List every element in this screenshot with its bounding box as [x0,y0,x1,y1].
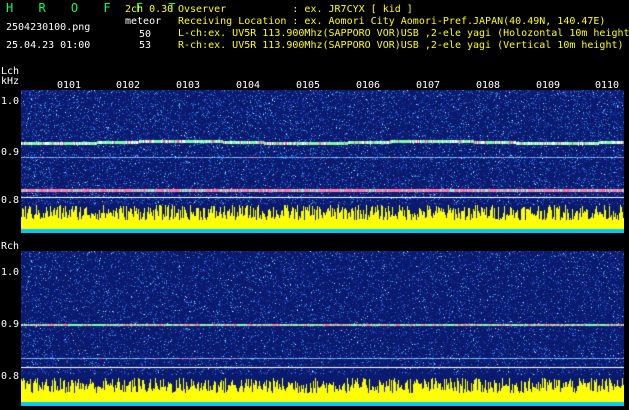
lch-count: 50 [139,29,152,40]
filename-label: 2504230100.png [6,22,91,33]
mode-label: meteor [125,16,162,27]
version-label: 2ch 0.30 [125,4,174,15]
lch-unit-label: kHz [1,76,20,87]
lch-setup-line: L-ch:ex. UV5R 113.900Mhz(SAPPORO VOR)USB… [178,28,629,39]
rch-ytick-2: 0.9 [1,319,20,330]
rch-channel-label: Rch [1,241,20,252]
rch-spectrogram [21,251,624,406]
rch-ytick-1: 1.0 [1,267,20,278]
lch-ytick-2: 0.9 [1,147,20,158]
lch-spectrogram [21,90,624,233]
datetime-label: 25.04.23 01:00 [6,40,91,51]
observer-line: Ovserver : ex. JR7CYX [ kid ] [178,4,413,15]
lch-ytick-1: 1.0 [1,96,20,107]
location-line: Receiving Location : ex. Aomori City Aom… [178,16,606,27]
rch-setup-line: R-ch:ex. UV5R 113.900Mhz(SAPPORO VOR)USB… [178,40,624,51]
rch-count: 53 [139,40,152,51]
rch-ytick-3: 0.8 [1,371,20,382]
lch-ytick-3: 0.8 [1,195,20,206]
